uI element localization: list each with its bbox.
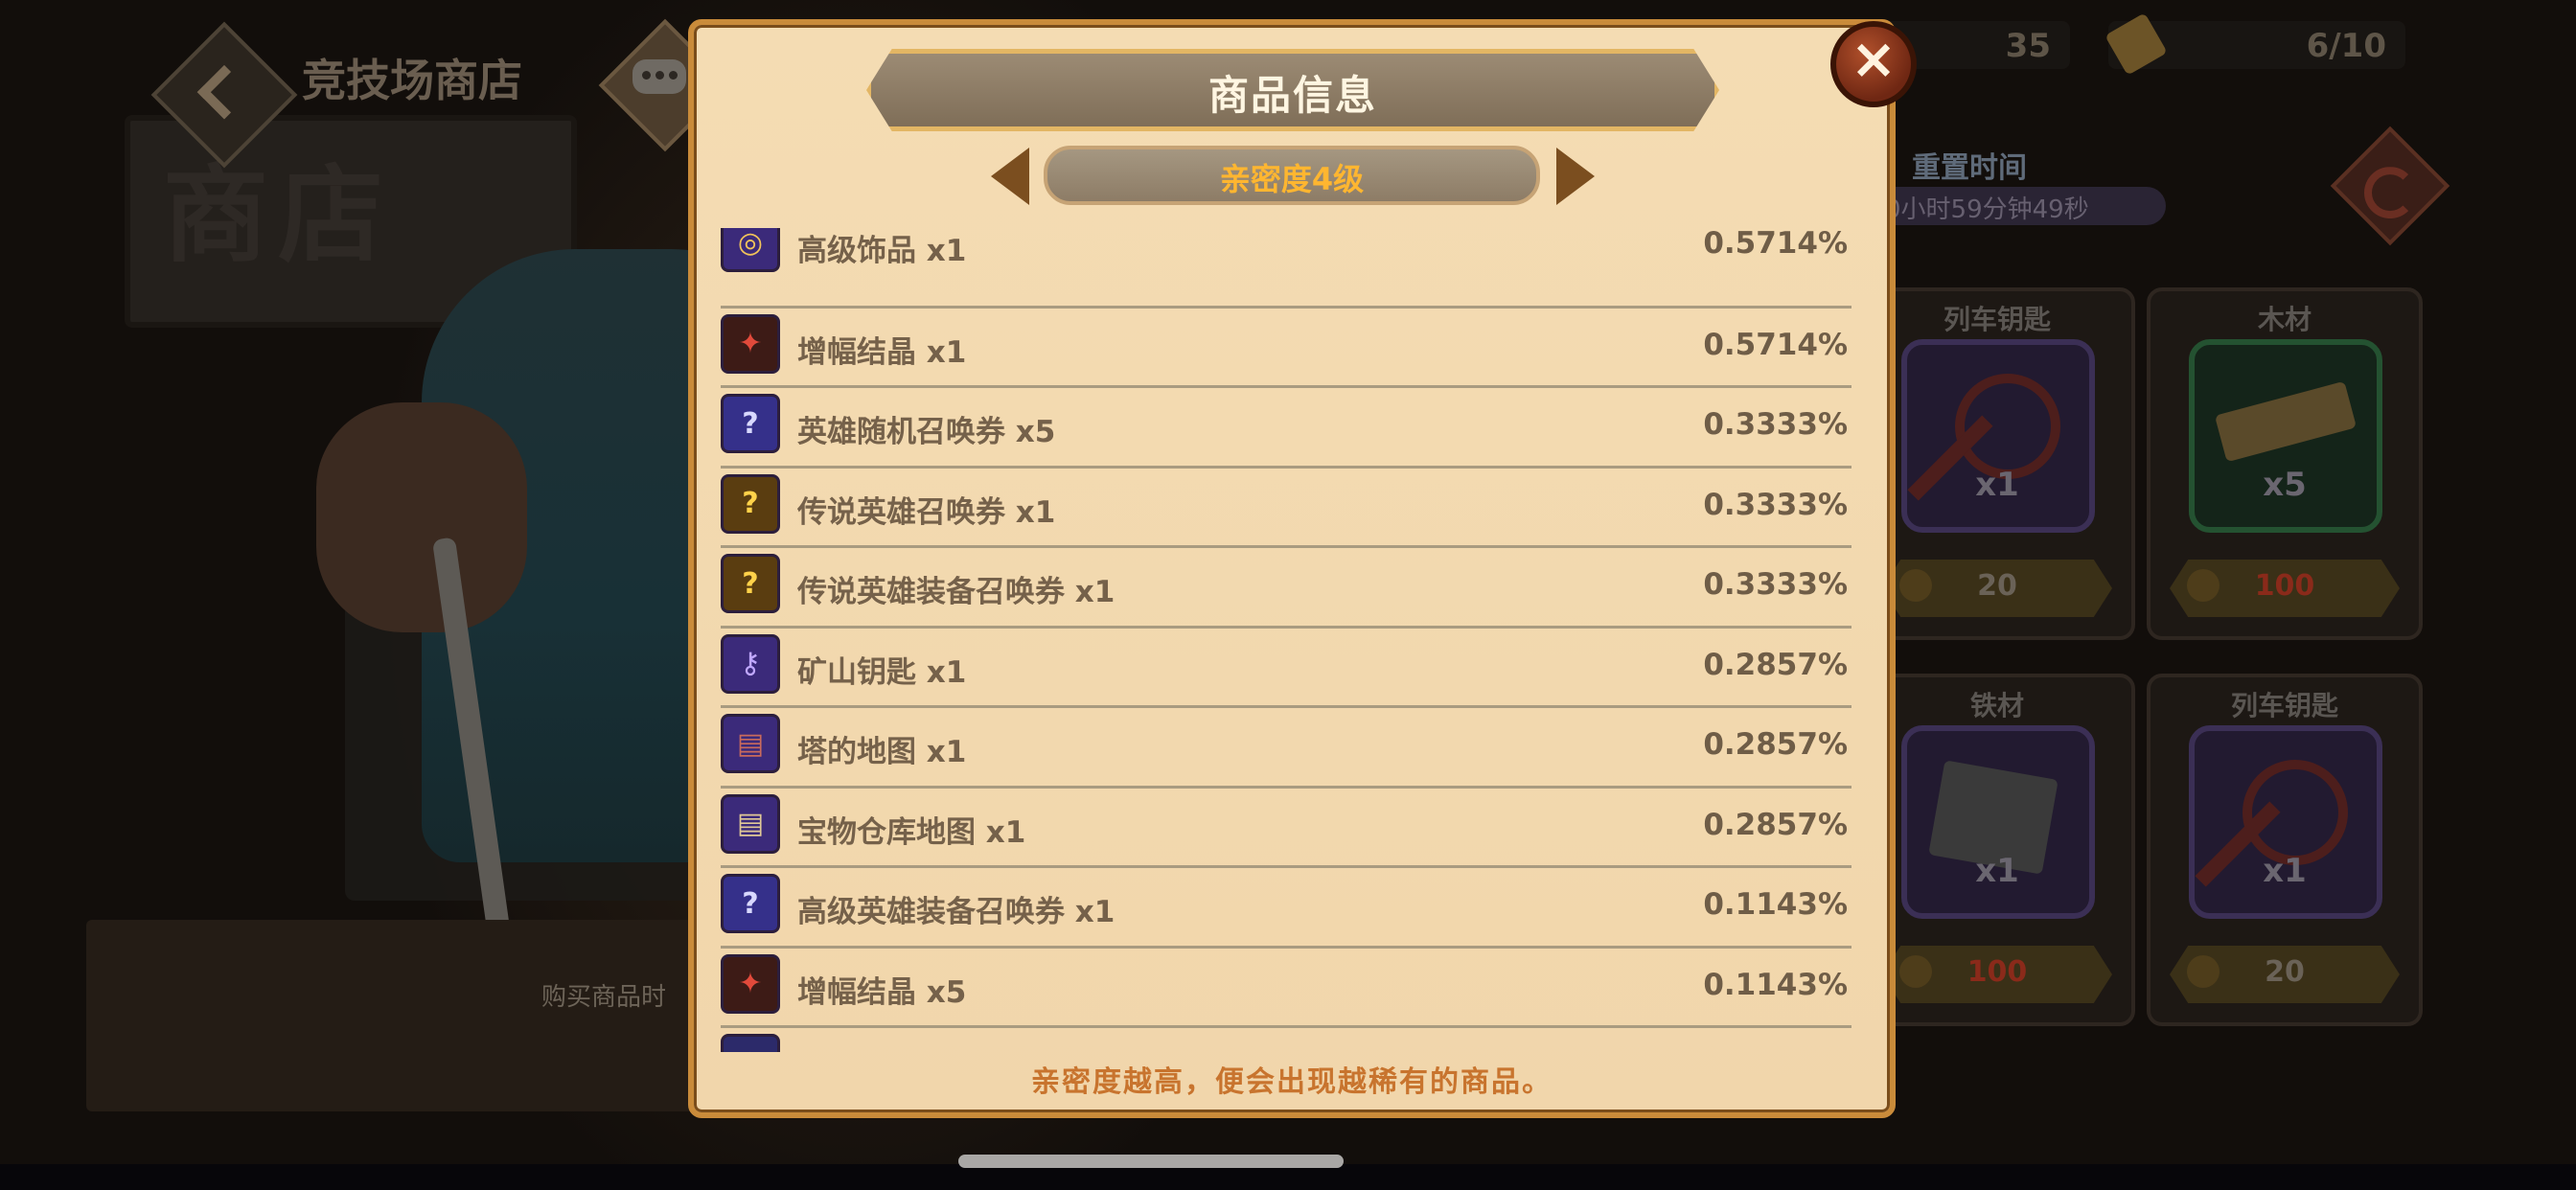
ring-icon[interactable]: ◎	[721, 228, 780, 272]
table	[86, 920, 757, 1111]
home-indicator[interactable]	[958, 1155, 1344, 1168]
item-probability: 0.2857%	[1703, 807, 1848, 842]
ticket-value: 6/10	[2306, 27, 2386, 65]
item-probability: 0.3333%	[1703, 567, 1848, 602]
reset-timer: 0小时59分钟49秒	[1874, 187, 2166, 225]
item-name: 概率提升召唤券 x10	[797, 1047, 1076, 1052]
reset-timer-text: 0小时59分钟49秒	[1885, 195, 2089, 224]
chat-bubble-icon	[632, 59, 686, 94]
list-item: ⚷ 矿山钥匙 x1 0.2857%	[721, 629, 1852, 708]
card-price: 100	[2254, 569, 2315, 603]
list-item: ✦ 增幅结晶 x1 0.5714%	[721, 309, 1852, 388]
refresh-icon	[2364, 167, 2416, 219]
legend-hero-ticket-icon[interactable]: ?	[721, 473, 780, 534]
card-qty: x5	[2263, 466, 2307, 504]
crystal-icon[interactable]: ✦	[721, 313, 780, 374]
item-probability: 0.1143%	[1703, 887, 1848, 922]
card-qty: x1	[1975, 852, 2019, 890]
card-title: 铁材	[1969, 690, 2024, 721]
list-item: ? 高级英雄装备召唤券 x1 0.1143%	[721, 868, 1852, 949]
list-item: ✸ 概率提升召唤券 x10 0.0571%	[721, 1028, 1852, 1052]
list-item: ? 传说英雄装备召唤券 x1 0.3333%	[721, 548, 1852, 629]
legend-gear-ticket-icon[interactable]: ?	[721, 554, 780, 613]
bottom-strip	[0, 1164, 2576, 1190]
currency-value: 35	[2005, 27, 2051, 65]
price-bar[interactable]: 20	[1882, 560, 2112, 617]
tower-map-icon[interactable]: ▤	[721, 714, 780, 773]
item-probability: 0.5714%	[1703, 327, 1848, 362]
list-item: ✦ 增幅结晶 x5 0.1143%	[721, 949, 1852, 1028]
item-name: 增幅结晶 x1	[797, 334, 967, 370]
prev-level-arrow-icon[interactable]	[991, 148, 1029, 205]
item-probability: 0.0571%	[1703, 1047, 1848, 1052]
card-qty: x1	[2263, 852, 2307, 890]
page-title: 竞技场商店	[302, 55, 522, 106]
modal-title: 商品信息	[1208, 72, 1377, 119]
item-name: 增幅结晶 x5	[797, 974, 967, 1010]
shop-sign-text: 商店	[163, 154, 393, 277]
price-bar[interactable]: 20	[2170, 946, 2400, 1003]
affinity-level-label: 亲密度4级	[1219, 161, 1365, 197]
card-title: 列车钥匙	[1943, 304, 2051, 335]
shopkeeper-arm	[316, 402, 527, 632]
crystal-icon[interactable]: ✦	[721, 953, 780, 1014]
shop-card[interactable]: 木材 x5 100	[2147, 287, 2423, 640]
item-probability: 0.3333%	[1703, 407, 1848, 442]
wood-icon	[2214, 380, 2358, 463]
item-name: 塔的地图 x1	[797, 735, 967, 769]
advanced-gear-ticket-icon[interactable]: ?	[721, 874, 780, 933]
key-icon	[2242, 760, 2348, 865]
rate-up-ticket-icon[interactable]: ✸	[721, 1034, 780, 1052]
shop-card[interactable]: 铁材 x1 100	[1859, 674, 2135, 1026]
close-icon: ×	[1850, 26, 1898, 91]
item-probability: 0.2857%	[1703, 647, 1848, 682]
item-name: 矿山钥匙 x1	[797, 654, 967, 690]
card-price: 100	[1966, 955, 2028, 989]
purchase-hint-text: 购买商品时	[541, 983, 667, 1012]
affinity-level-bar: 亲密度4级	[1044, 146, 1540, 205]
item-name: 高级英雄装备召唤券 x1	[797, 895, 1116, 929]
key-icon	[1955, 374, 2060, 479]
card-title: 木材	[2257, 304, 2312, 335]
modal-title-bar: 商品信息	[866, 49, 1719, 131]
list-item: ▤ 塔的地图 x1 0.2857%	[721, 708, 1852, 789]
item-name: 高级饰品 x1	[797, 234, 967, 268]
shop-card[interactable]: 列车钥匙 x1 20	[2147, 674, 2423, 1026]
item-info-modal: 商品信息 × 亲密度4级 ◎ 高级饰品 x1 0.5714% ✦ 增幅结晶 x1 0.57…	[688, 19, 1917, 1118]
affinity-footer-note: 亲密度越高，便会出现越稀有的商品。	[1031, 1065, 1552, 1099]
list-item: ◎ 高级饰品 x1 0.5714%	[721, 228, 1852, 309]
next-level-arrow-icon[interactable]	[1556, 148, 1595, 205]
back-chevron-icon	[196, 64, 252, 120]
hero-summon-ticket-icon[interactable]: ?	[721, 394, 780, 453]
reset-label: 重置时间	[1912, 151, 2027, 185]
card-price: 20	[1977, 569, 2017, 603]
close-button[interactable]: ×	[1830, 21, 1917, 107]
card-qty: x1	[1975, 466, 2019, 504]
card-title: 列车钥匙	[2230, 690, 2338, 721]
price-bar[interactable]: 100	[1882, 946, 2112, 1003]
item-name: 宝物仓库地图 x1	[797, 814, 1026, 850]
card-price: 20	[2265, 955, 2305, 989]
treasure-map-icon[interactable]: ▤	[721, 793, 780, 854]
item-probability: 0.1143%	[1703, 967, 1848, 1002]
item-probability-list[interactable]: ◎ 高级饰品 x1 0.5714% ✦ 增幅结晶 x1 0.5714%? 英雄随机召唤券 x…	[721, 228, 1852, 1052]
item-name: 传说英雄召唤券 x1	[797, 494, 1056, 530]
shop-card[interactable]: 列车钥匙 x1 20	[1859, 287, 2135, 640]
mine-key-icon[interactable]: ⚷	[721, 633, 780, 694]
item-name: 传说英雄装备召唤券 x1	[797, 575, 1116, 609]
item-probability: 0.5714%	[1703, 228, 1848, 261]
item-probability: 0.3333%	[1703, 487, 1848, 522]
list-item: ? 传说英雄召唤券 x1 0.3333%	[721, 469, 1852, 548]
price-bar[interactable]: 100	[2170, 560, 2400, 617]
list-item: ? 英雄随机召唤券 x5 0.3333%	[721, 388, 1852, 469]
list-item: ▤ 宝物仓库地图 x1 0.2857%	[721, 789, 1852, 868]
item-probability: 0.2857%	[1703, 727, 1848, 762]
item-name: 英雄随机召唤券 x5	[797, 415, 1056, 449]
